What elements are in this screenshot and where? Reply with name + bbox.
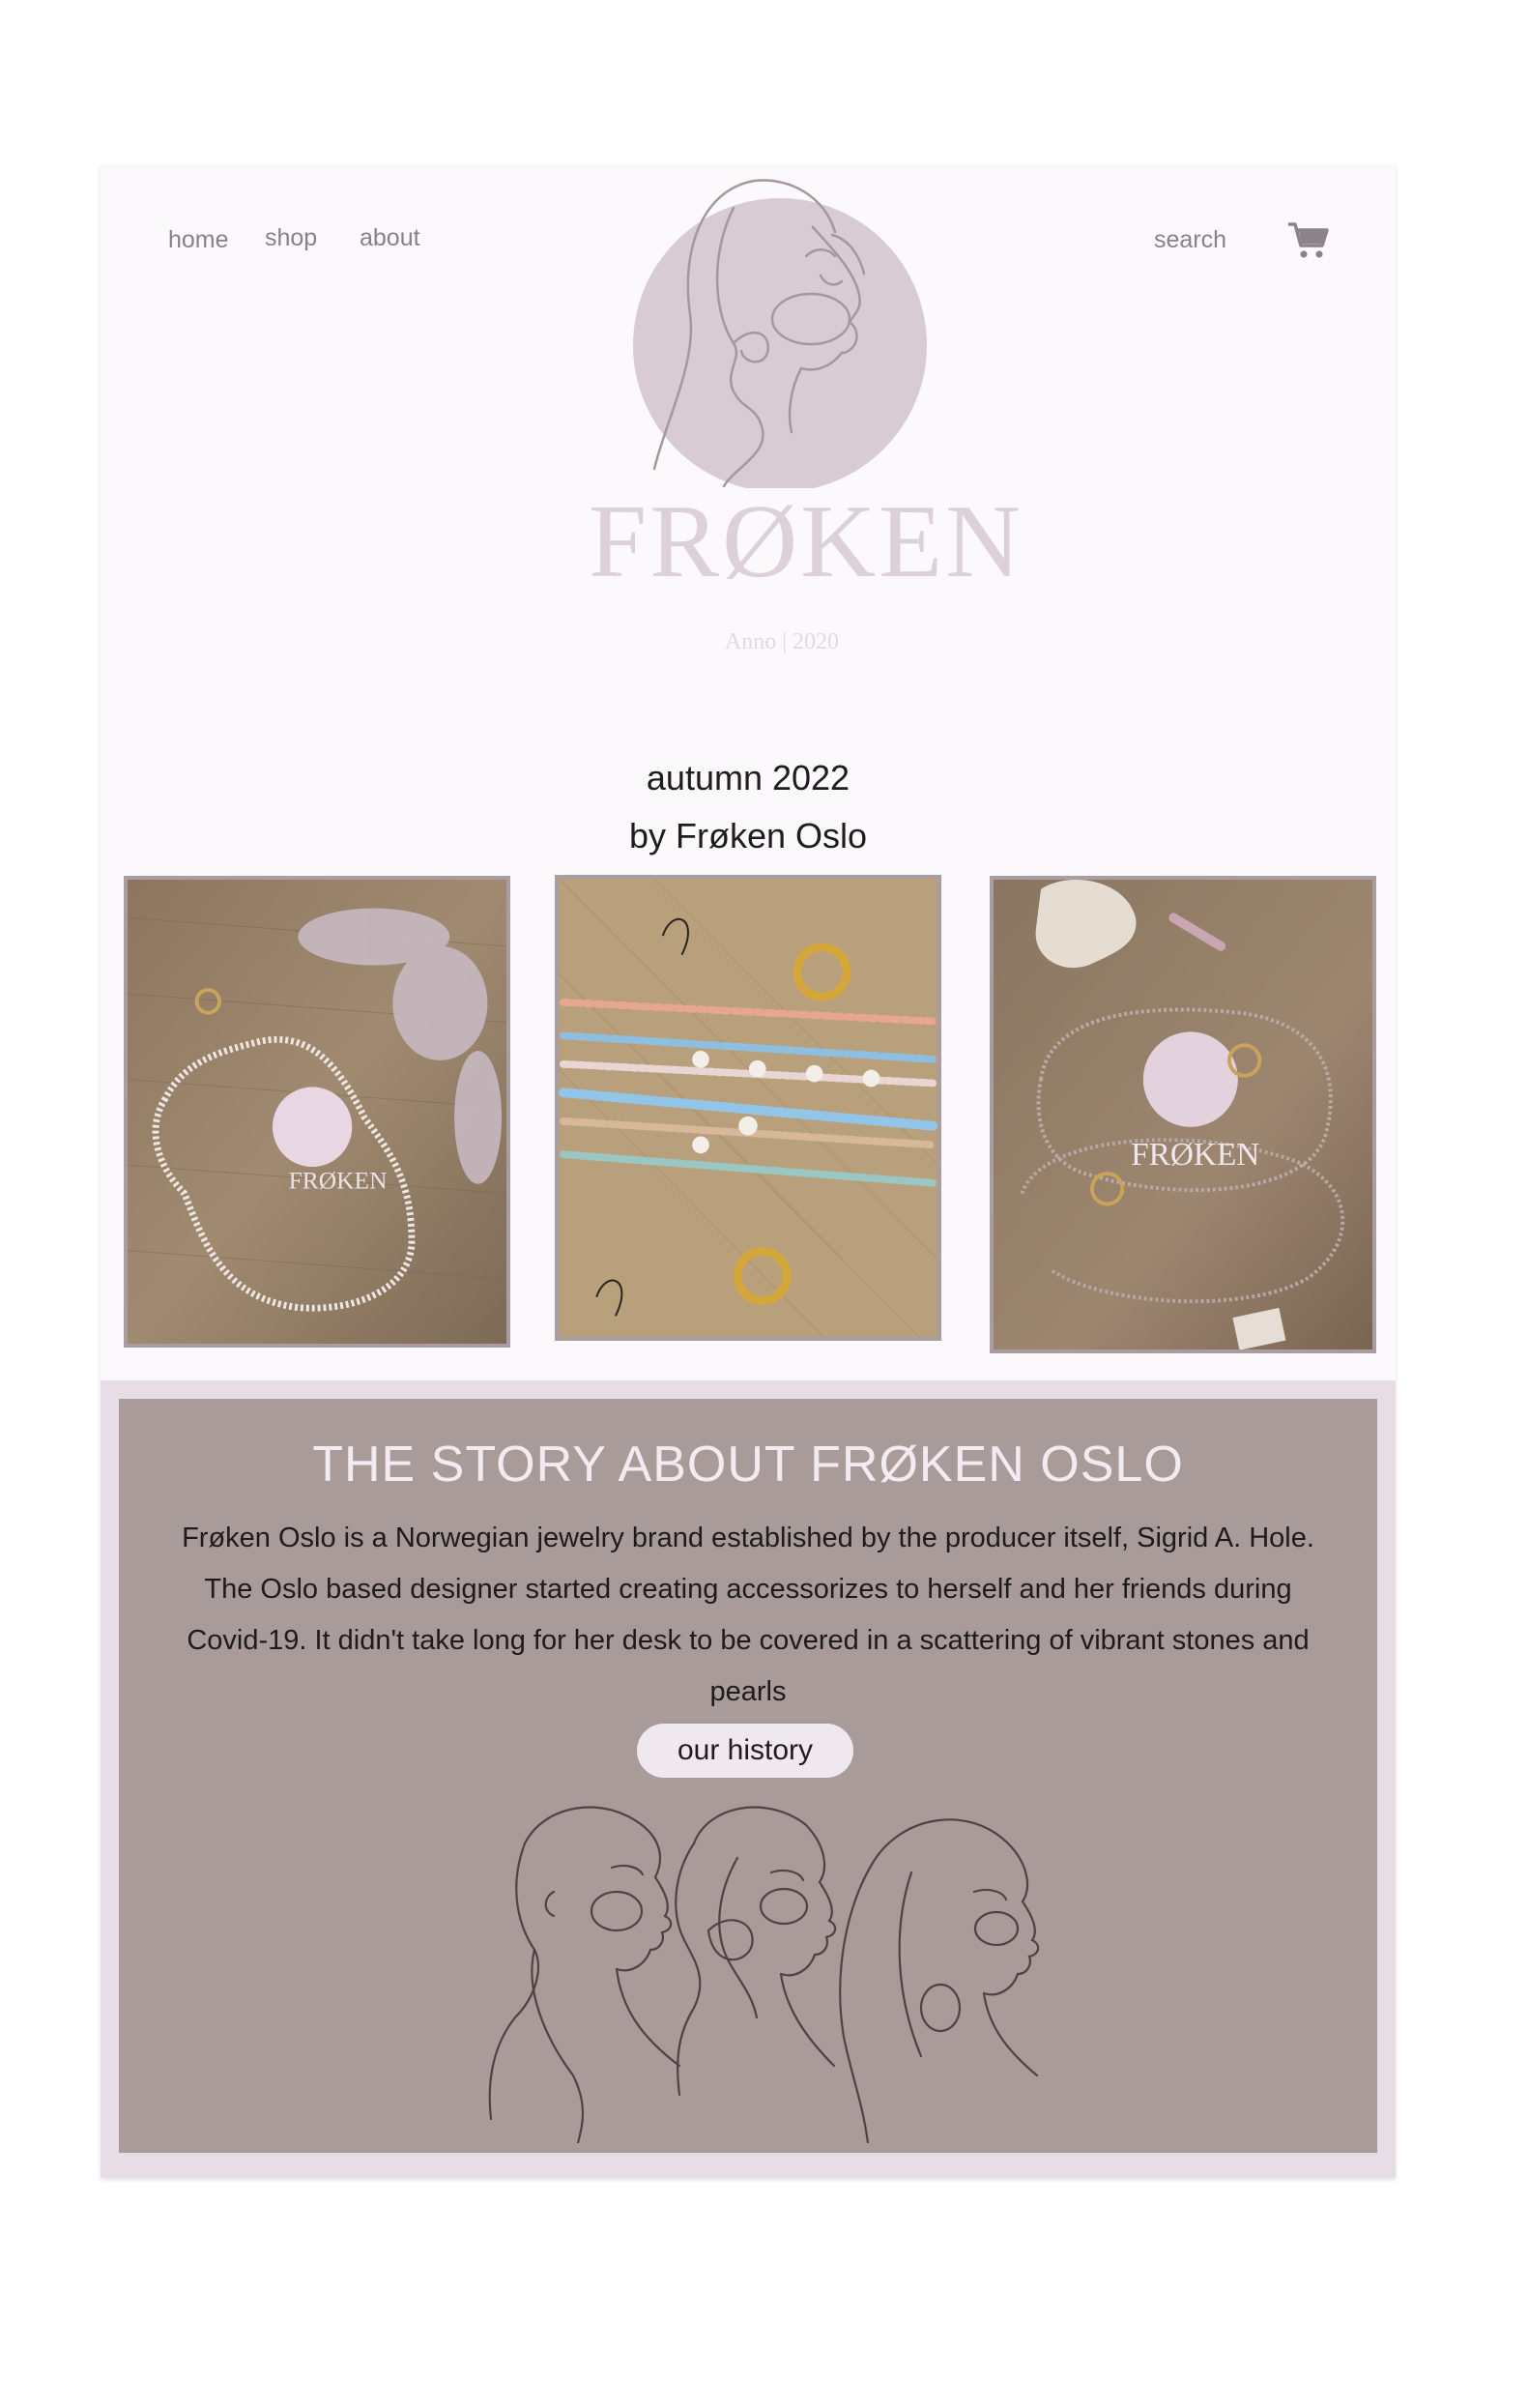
brand-name: FRØKEN bbox=[589, 484, 1024, 599]
collection-title: autumn 2022 bbox=[646, 758, 850, 798]
story-panel: THE STORY ABOUT FRØKEN OSLO Frøken Oslo … bbox=[119, 1399, 1377, 2153]
product-photo-2[interactable] bbox=[555, 875, 941, 1341]
woman-face-logo-icon bbox=[633, 179, 927, 488]
hair-clip-necklace-photo: FRØKEN bbox=[994, 880, 1372, 1349]
story-section: THE STORY ABOUT FRØKEN OSLO Frøken Oslo … bbox=[101, 1380, 1396, 2177]
product-photo-3[interactable]: FRØKEN bbox=[990, 876, 1376, 1353]
story-text: Frøken Oslo is a Norwegian jewelry brand… bbox=[182, 1523, 1314, 1707]
pearl-necklace-photo: FRØKEN bbox=[128, 880, 506, 1344]
svg-text:FRØKEN: FRØKEN bbox=[289, 1167, 388, 1195]
shopping-cart-icon[interactable] bbox=[1286, 218, 1329, 261]
three-women-line-art-illustration bbox=[488, 1806, 1040, 2143]
nav-about-link[interactable]: about bbox=[360, 224, 420, 252]
nav-home-link[interactable]: home bbox=[168, 226, 229, 254]
svg-text:FRØKEN: FRØKEN bbox=[1131, 1137, 1259, 1173]
brand-logo[interactable]: FRØKEN Anno | 2020 bbox=[589, 179, 1024, 654]
page-card: home shop about search FRØKEN Anno | 202… bbox=[101, 164, 1396, 2177]
nav-search-link[interactable]: search bbox=[1154, 226, 1226, 254]
nav-shop-link[interactable]: shop bbox=[265, 224, 317, 252]
brand-year: Anno | 2020 bbox=[724, 629, 840, 654]
story-title: THE STORY ABOUT FRØKEN OSLO bbox=[312, 1436, 1184, 1493]
collection-subtitle: by Frøken Oslo bbox=[628, 816, 868, 856]
product-photo-1[interactable]: FRØKEN bbox=[124, 876, 510, 1348]
our-history-button[interactable]: our history bbox=[637, 1724, 853, 1778]
beaded-bracelets-photo bbox=[559, 879, 937, 1337]
